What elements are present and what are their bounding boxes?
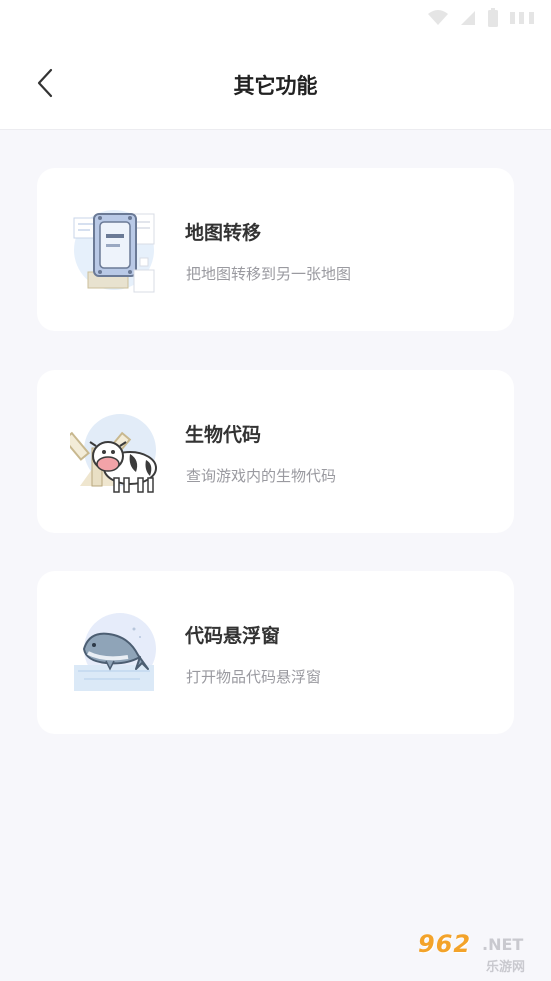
status-bar xyxy=(0,0,551,40)
watermark-net: .NET xyxy=(482,935,524,954)
card-description: 查询游戏内的生物代码 xyxy=(186,467,337,485)
map-transfer-card[interactable]: 地图转移 把地图转移到另一张地图 xyxy=(37,168,514,331)
watermark-logo: 962 .NET 乐游网 xyxy=(412,930,546,976)
creature-code-card[interactable]: 生物代码 查询游戏内的生物代码 xyxy=(37,370,514,533)
card-title: 代码悬浮窗 xyxy=(185,625,281,647)
watermark-name: 乐游网 xyxy=(486,960,526,975)
clock-icon xyxy=(509,9,537,31)
battery-icon xyxy=(487,8,499,32)
wifi-icon xyxy=(427,9,449,31)
whale-icon xyxy=(70,607,162,699)
card-description: 打开物品代码悬浮窗 xyxy=(186,668,322,686)
card-title: 生物代码 xyxy=(185,424,262,446)
map-transfer-icon xyxy=(70,204,162,296)
page-title: 其它功能 xyxy=(233,74,318,98)
status-icons xyxy=(427,8,537,32)
code-floating-window-card[interactable]: 代码悬浮窗 打开物品代码悬浮窗 xyxy=(37,571,514,734)
card-title: 地图转移 xyxy=(185,222,262,244)
card-description: 把地图转移到另一张地图 xyxy=(186,265,352,283)
watermark-number: 962 xyxy=(418,930,472,958)
signal-icon xyxy=(459,9,477,31)
cow-icon xyxy=(62,406,162,498)
header: 其它功能 xyxy=(0,40,551,130)
